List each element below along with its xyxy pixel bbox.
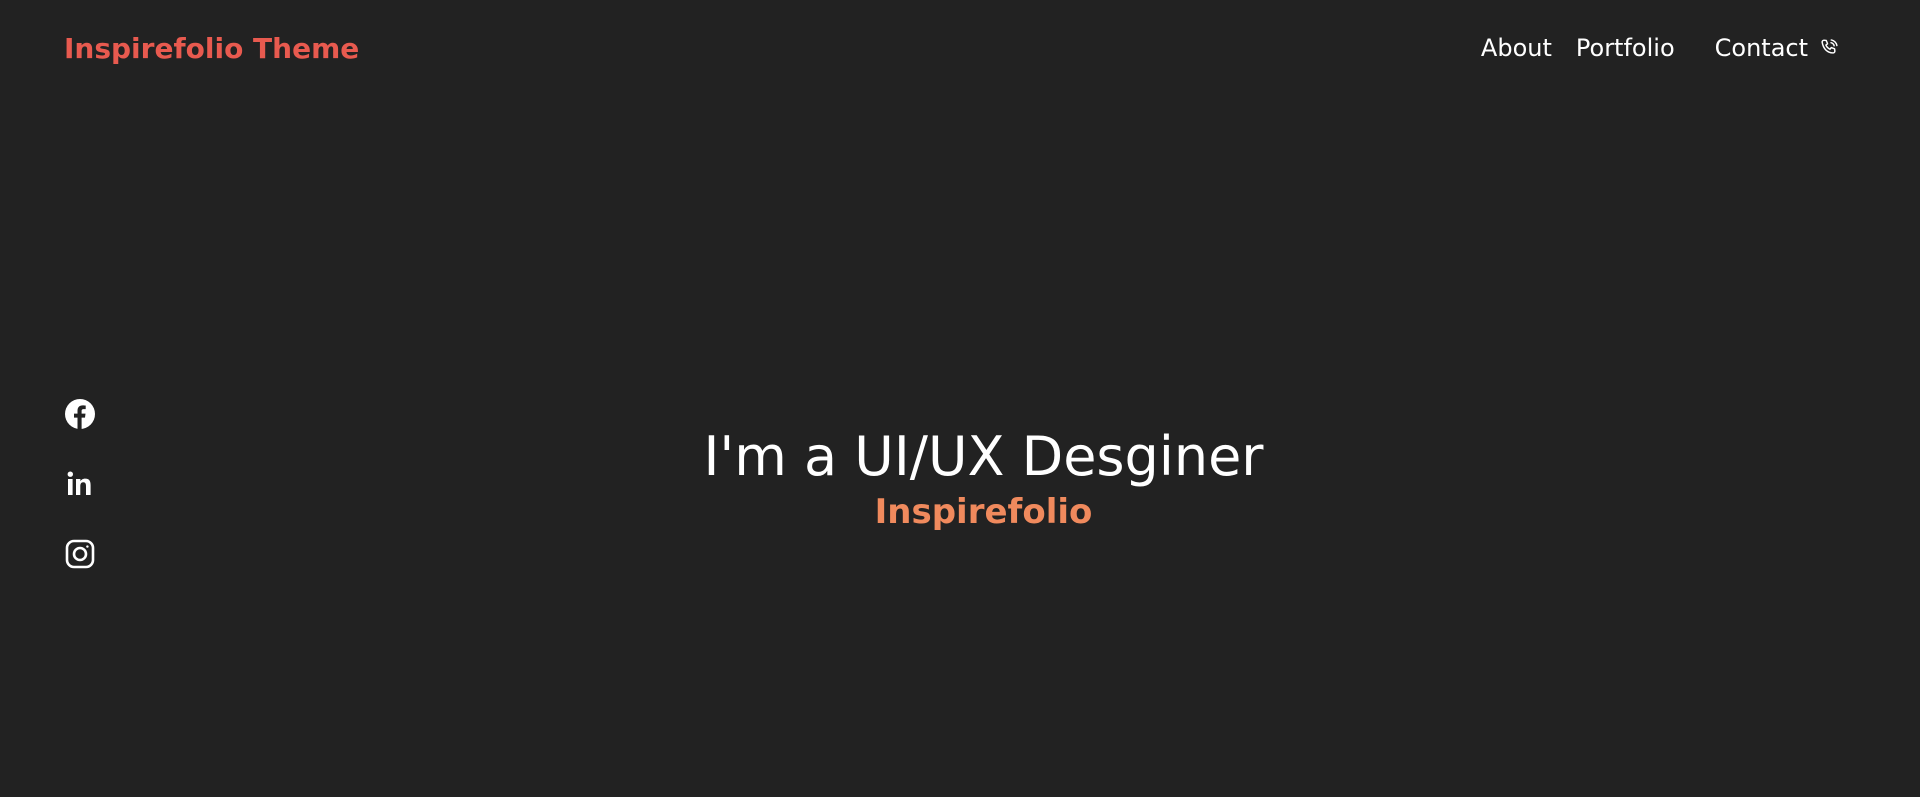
nav-link-portfolio[interactable]: Portfolio xyxy=(1576,34,1675,63)
hero-section: I'm a UI/UX Desginer Inspirefolio xyxy=(0,425,1920,533)
main-nav: About Portfolio Contact xyxy=(1481,34,1840,63)
nav-link-about[interactable]: About xyxy=(1481,34,1552,63)
page: Inspirefolio Theme About Portfolio Conta… xyxy=(0,0,1920,797)
phone-icon xyxy=(1818,37,1840,59)
hero-subtitle: Inspirefolio xyxy=(874,492,1093,533)
nav-link-contact[interactable]: Contact xyxy=(1715,34,1840,63)
brand-logo-link[interactable]: Inspirefolio Theme xyxy=(64,32,359,66)
hero-title: I'm a UI/UX Desginer xyxy=(703,425,1264,488)
nav-link-contact-label: Contact xyxy=(1714,34,1808,62)
instagram-icon[interactable] xyxy=(64,538,96,570)
